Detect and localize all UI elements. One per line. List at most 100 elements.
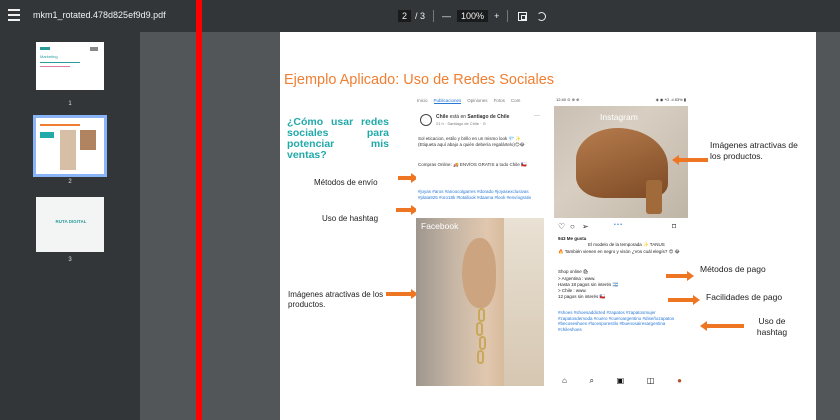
instagram-chile-pay: 12 pagos sin interés 🇨🇱 xyxy=(558,294,606,299)
more-options-icon[interactable]: ··· xyxy=(534,113,540,119)
slide-title: Ejemplo Aplicado: Uso de Redes Sociales xyxy=(284,72,555,88)
instagram-caption: El modelo de la temporada ✨ TANUS xyxy=(588,242,665,247)
ear-shape xyxy=(462,238,496,308)
instagram-actions: ♡ ○ ➢ • • • ⌑ xyxy=(558,222,684,232)
profile-avatar-icon[interactable]: ● xyxy=(677,376,682,386)
heart-icon[interactable]: ♡ xyxy=(558,222,565,231)
instagram-photo-label: Instagram xyxy=(600,112,638,122)
pdf-page: Ejemplo Aplicado: Uso de Redes Sociales … xyxy=(280,32,816,420)
reels-icon[interactable]: ▣ xyxy=(617,376,625,386)
thumbnail-decoration xyxy=(40,47,50,50)
facebook-page-short: Chile xyxy=(436,114,449,120)
facebook-photo: Facebook xyxy=(416,218,544,386)
menu-icon[interactable] xyxy=(8,9,20,21)
shop-icon[interactable]: ◫ xyxy=(647,376,655,386)
arrow-hashtag-left xyxy=(396,205,418,215)
facebook-photo-label: Facebook xyxy=(421,221,459,231)
page-thumbnail-1[interactable]: Marketing xyxy=(36,42,104,90)
instagram-hashtags: #shoes #shoesaddicted #zapatos #zapatosm… xyxy=(558,310,675,332)
arrow-payment xyxy=(666,271,694,281)
instagram-photo: Instagram xyxy=(554,106,688,218)
instagram-bottom-nav: ⌂ ⌕ ▣ ◫ ● xyxy=(562,376,682,386)
thumbnail-decoration xyxy=(60,130,76,170)
hair-shape xyxy=(504,218,544,386)
thumbnail-decoration xyxy=(40,124,80,126)
page-number-input[interactable]: 2 xyxy=(398,10,412,22)
zoom-level-input[interactable]: 100% xyxy=(457,10,489,22)
thumbnail-title: Marketing xyxy=(40,54,58,59)
slide-question: ¿Cómo usar redes sociales para potenciar… xyxy=(287,116,389,161)
facebook-post-header: Chile está en Santiago de Chile 21 h · S… xyxy=(418,112,542,132)
thumbnail-number: 1 xyxy=(68,101,72,107)
heel-shape xyxy=(646,180,662,214)
thumbnail-decoration xyxy=(80,130,96,150)
zoom-out-button[interactable]: — xyxy=(442,11,451,21)
arrow-payment-ease xyxy=(668,295,700,305)
bookmark-icon[interactable]: ⌑ xyxy=(672,222,676,231)
arrow-hashtag-right xyxy=(700,321,744,331)
earring-link xyxy=(476,322,483,336)
page-thumbnail-2[interactable] xyxy=(33,115,107,177)
comment-icon[interactable]: ○ xyxy=(570,222,575,231)
carousel-dots-icon: • • • xyxy=(614,222,623,228)
earring-link xyxy=(478,308,485,322)
label-hashtag-right: Uso de hashtag xyxy=(756,316,788,337)
facebook-text-1: Sol eticacion, estilo y brillo en un mis… xyxy=(418,136,525,147)
earring-link xyxy=(477,350,484,364)
page-total: / 3 xyxy=(415,11,426,21)
facebook-page-name: Chile está en Santiago de Chile xyxy=(436,114,509,120)
tab-comunidad[interactable]: Com xyxy=(511,98,521,104)
avatar xyxy=(420,114,432,126)
search-icon[interactable]: ⌕ xyxy=(590,376,594,386)
instagram-argentina-pay: Hasta 18 pagos sin interés 🇦🇷 xyxy=(558,282,619,287)
thumbnail-number: 2 xyxy=(68,179,72,185)
thumbnail-logo: RUTA DIGITAL xyxy=(55,219,87,224)
label-payment: Métodos de pago xyxy=(700,264,766,274)
earring-link xyxy=(479,336,486,350)
home-icon[interactable]: ⌂ xyxy=(562,376,567,386)
label-hashtag-left: Uso de hashtag xyxy=(322,214,379,223)
toolbar-divider xyxy=(507,10,509,22)
facebook-post: Inicio Publicaciones Opiniones Fotos Com… xyxy=(416,96,544,386)
facebook-location: Santiago de Chile xyxy=(467,114,510,120)
tab-publicaciones[interactable]: Publicaciones xyxy=(433,98,462,104)
phone-status-bar: 12:40 ⊙ ⊕ ⊕ · ◈ ◉ ⁴G .ıl 83% ▮ xyxy=(556,97,686,102)
facebook-post-meta: 21 h · Santiago de Chile · ⊙ xyxy=(436,121,486,126)
arrow-shipping xyxy=(398,173,418,183)
facebook-tabs: Inicio Publicaciones Opiniones Fotos Com xyxy=(416,96,544,106)
thumbnail-sidebar: Marketing 1 2 RUTA DIGITAL 3 xyxy=(0,32,140,420)
arrow-images-left xyxy=(386,289,418,299)
fit-page-icon[interactable] xyxy=(518,11,528,21)
file-title: mkm1_rotated.478d825ef9d9.pdf xyxy=(33,10,166,20)
instagram-chile: > Chile : www. xyxy=(558,288,587,293)
toolbar-center: 2 / 3 — 100% + xyxy=(398,9,547,23)
facebook-location-prefix: está en xyxy=(449,114,467,120)
facebook-hashtags: #joyas #aros #anoocolgarres #dorado #joy… xyxy=(418,189,532,200)
instagram-line2: 🔥 También vienen en negro y visón ¿Vos c… xyxy=(558,249,680,254)
rotate-icon[interactable] xyxy=(537,11,547,21)
label-payment-ease: Facilidades de pago xyxy=(706,292,783,302)
arrow-images-right xyxy=(672,155,708,165)
status-right: ◈ ◉ ⁴G .ıl 83% ▮ xyxy=(655,97,686,102)
thumbnail-line xyxy=(40,62,80,63)
pdf-toolbar: mkm1_rotated.478d825ef9d9.pdf 2 / 3 — 10… xyxy=(0,0,840,32)
label-images-left: Imágenes atractivas de los productos. xyxy=(288,290,384,309)
tab-opiniones[interactable]: Opiniones xyxy=(467,98,487,104)
thumbnail-line xyxy=(40,66,70,67)
page-thumbnail-3[interactable]: RUTA DIGITAL xyxy=(36,197,104,252)
label-images-right: Imágenes atractivas de los productos. xyxy=(710,140,798,161)
tab-inicio[interactable]: Inicio xyxy=(417,98,428,104)
thumbnail-decoration xyxy=(90,47,98,51)
zoom-in-button[interactable]: + xyxy=(494,11,499,21)
share-icon[interactable]: ➢ xyxy=(582,222,589,231)
facebook-text-2: Compras Online: 🚚 ENVÍOS GRATIS a todo C… xyxy=(418,162,527,167)
toolbar-divider xyxy=(433,10,435,22)
instagram-post: 12:40 ⊙ ⊕ ⊕ · ◈ ◉ ⁴G .ıl 83% ▮ Instagram… xyxy=(554,96,688,396)
thumbnail-decoration xyxy=(40,132,54,138)
thumbnail-number: 3 xyxy=(68,257,72,263)
tab-fotos[interactable]: Fotos xyxy=(494,98,505,104)
instagram-likes: 943 Me gusta xyxy=(558,236,587,241)
status-left: 12:40 ⊙ ⊕ ⊕ · xyxy=(556,97,582,102)
label-shipping: Métodos de envío xyxy=(314,178,378,187)
red-marker-line xyxy=(196,0,202,420)
